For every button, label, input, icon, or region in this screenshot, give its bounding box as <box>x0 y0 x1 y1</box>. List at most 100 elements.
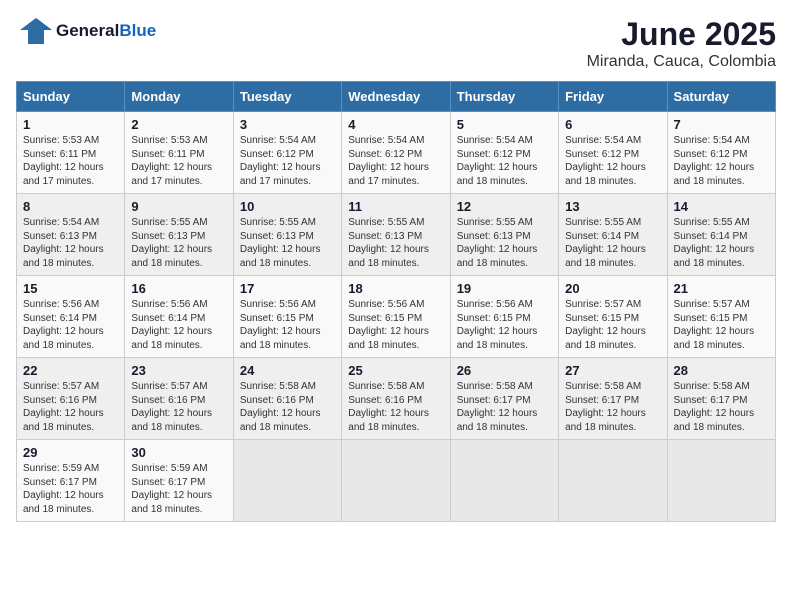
day-detail: Sunrise: 5:58 AMSunset: 6:17 PMDaylight:… <box>674 380 769 434</box>
day-detail: Sunrise: 5:57 AMSunset: 6:16 PMDaylight:… <box>23 380 118 434</box>
day-number: 17 <box>240 281 335 296</box>
day-detail: Sunrise: 5:54 AMSunset: 6:12 PMDaylight:… <box>240 134 335 188</box>
calendar-cell: 2 Sunrise: 5:53 AMSunset: 6:11 PMDaylight… <box>125 112 233 194</box>
day-detail: Sunrise: 5:53 AMSunset: 6:11 PMDaylight:… <box>131 134 226 188</box>
day-number: 22 <box>23 363 118 378</box>
calendar-week-row: 1Sunrise: 5:53 AMSunset: 6:11 PMDaylight… <box>17 112 776 194</box>
day-detail: Sunrise: 5:59 AMSunset: 6:17 PMDaylight:… <box>23 462 118 516</box>
day-detail: Sunrise: 5:54 AMSunset: 6:12 PMDaylight:… <box>348 134 443 188</box>
calendar-week-row: 8Sunrise: 5:54 AMSunset: 6:13 PMDaylight… <box>17 194 776 276</box>
header-friday: Friday <box>559 82 667 112</box>
header-tuesday: Tuesday <box>233 82 341 112</box>
calendar-cell: 17 Sunrise: 5:56 AMSunset: 6:15 PMDayligh… <box>233 276 341 358</box>
day-number: 6 <box>565 117 660 132</box>
calendar-cell: 12 Sunrise: 5:55 AMSunset: 6:13 PMDayligh… <box>450 194 558 276</box>
title-area: June 2025 Miranda, Cauca, Colombia <box>587 16 776 71</box>
day-number: 10 <box>240 199 335 214</box>
calendar-cell: 10 Sunrise: 5:55 AMSunset: 6:13 PMDayligh… <box>233 194 341 276</box>
day-detail: Sunrise: 5:58 AMSunset: 6:16 PMDaylight:… <box>348 380 443 434</box>
day-number: 25 <box>348 363 443 378</box>
calendar-cell: 16 Sunrise: 5:56 AMSunset: 6:14 PMDayligh… <box>125 276 233 358</box>
day-detail: Sunrise: 5:58 AMSunset: 6:17 PMDaylight:… <box>565 380 660 434</box>
day-number: 18 <box>348 281 443 296</box>
day-detail: Sunrise: 5:55 AMSunset: 6:13 PMDaylight:… <box>131 216 226 270</box>
day-detail: Sunrise: 5:54 AMSunset: 6:12 PMDaylight:… <box>457 134 552 188</box>
day-number: 26 <box>457 363 552 378</box>
day-number: 28 <box>674 363 769 378</box>
logo: GeneralBlue <box>16 16 156 46</box>
day-number: 7 <box>674 117 769 132</box>
calendar-cell: 14 Sunrise: 5:55 AMSunset: 6:14 PMDayligh… <box>667 194 775 276</box>
calendar-cell: 18Sunrise: 5:56 AMSunset: 6:15 PMDayligh… <box>342 276 450 358</box>
day-detail: Sunrise: 5:58 AMSunset: 6:16 PMDaylight:… <box>240 380 335 434</box>
day-number: 30 <box>131 445 226 460</box>
header-monday: Monday <box>125 82 233 112</box>
calendar-title: June 2025 <box>587 16 776 53</box>
calendar-cell: 28 Sunrise: 5:58 AMSunset: 6:17 PMDayligh… <box>667 358 775 440</box>
day-number: 12 <box>457 199 552 214</box>
calendar-cell: 3Sunrise: 5:54 AMSunset: 6:12 PMDaylight… <box>233 112 341 194</box>
header-thursday: Thursday <box>450 82 558 112</box>
calendar-week-row: 15 Sunrise: 5:56 AMSunset: 6:14 PMDayligh… <box>17 276 776 358</box>
calendar-cell <box>559 440 667 522</box>
calendar-cell: 9 Sunrise: 5:55 AMSunset: 6:13 PMDaylight… <box>125 194 233 276</box>
calendar-week-row: 29 Sunrise: 5:59 AMSunset: 6:17 PMDayligh… <box>17 440 776 522</box>
day-detail: Sunrise: 5:56 AMSunset: 6:15 PMDaylight:… <box>457 298 552 352</box>
day-number: 14 <box>674 199 769 214</box>
calendar-cell: 22 Sunrise: 5:57 AMSunset: 6:16 PMDayligh… <box>17 358 125 440</box>
logo-icon <box>16 16 52 46</box>
calendar-cell: 13 Sunrise: 5:55 AMSunset: 6:14 PMDayligh… <box>559 194 667 276</box>
header-wednesday: Wednesday <box>342 82 450 112</box>
calendar-cell: 5 Sunrise: 5:54 AMSunset: 6:12 PMDaylight… <box>450 112 558 194</box>
day-detail: Sunrise: 5:55 AMSunset: 6:14 PMDaylight:… <box>565 216 660 270</box>
calendar-cell: 4 Sunrise: 5:54 AMSunset: 6:12 PMDaylight… <box>342 112 450 194</box>
day-number: 8 <box>23 199 118 214</box>
day-number: 15 <box>23 281 118 296</box>
calendar-cell: 21Sunrise: 5:57 AMSunset: 6:15 PMDayligh… <box>667 276 775 358</box>
day-number: 5 <box>457 117 552 132</box>
calendar-cell: 26 Sunrise: 5:58 AMSunset: 6:17 PMDayligh… <box>450 358 558 440</box>
calendar-table: SundayMondayTuesdayWednesdayThursdayFrid… <box>16 81 776 522</box>
calendar-cell: 7Sunrise: 5:54 AMSunset: 6:12 PMDaylight… <box>667 112 775 194</box>
day-detail: Sunrise: 5:58 AMSunset: 6:17 PMDaylight:… <box>457 380 552 434</box>
day-number: 19 <box>457 281 552 296</box>
calendar-cell: 27 Sunrise: 5:58 AMSunset: 6:17 PMDayligh… <box>559 358 667 440</box>
calendar-cell: 15 Sunrise: 5:56 AMSunset: 6:14 PMDayligh… <box>17 276 125 358</box>
day-number: 16 <box>131 281 226 296</box>
day-number: 2 <box>131 117 226 132</box>
day-detail: Sunrise: 5:55 AMSunset: 6:14 PMDaylight:… <box>674 216 769 270</box>
day-detail: Sunrise: 5:53 AMSunset: 6:11 PMDaylight:… <box>23 134 118 188</box>
logo-general: General <box>56 21 119 40</box>
calendar-week-row: 22 Sunrise: 5:57 AMSunset: 6:16 PMDayligh… <box>17 358 776 440</box>
calendar-cell <box>667 440 775 522</box>
calendar-cell <box>233 440 341 522</box>
header-sunday: Sunday <box>17 82 125 112</box>
day-number: 24 <box>240 363 335 378</box>
day-detail: Sunrise: 5:55 AMSunset: 6:13 PMDaylight:… <box>457 216 552 270</box>
day-detail: Sunrise: 5:56 AMSunset: 6:14 PMDaylight:… <box>23 298 118 352</box>
day-number: 29 <box>23 445 118 460</box>
day-detail: Sunrise: 5:57 AMSunset: 6:16 PMDaylight:… <box>131 380 226 434</box>
calendar-cell: 20Sunrise: 5:57 AMSunset: 6:15 PMDayligh… <box>559 276 667 358</box>
calendar-cell: 11Sunrise: 5:55 AMSunset: 6:13 PMDayligh… <box>342 194 450 276</box>
day-detail: Sunrise: 5:59 AMSunset: 6:17 PMDaylight:… <box>131 462 226 516</box>
day-number: 4 <box>348 117 443 132</box>
day-number: 11 <box>348 199 443 214</box>
calendar-cell: 30 Sunrise: 5:59 AMSunset: 6:17 PMDayligh… <box>125 440 233 522</box>
calendar-cell <box>450 440 558 522</box>
day-number: 9 <box>131 199 226 214</box>
day-number: 27 <box>565 363 660 378</box>
calendar-cell: 8Sunrise: 5:54 AMSunset: 6:13 PMDaylight… <box>17 194 125 276</box>
day-number: 23 <box>131 363 226 378</box>
day-detail: Sunrise: 5:57 AMSunset: 6:15 PMDaylight:… <box>565 298 660 352</box>
day-detail: Sunrise: 5:56 AMSunset: 6:14 PMDaylight:… <box>131 298 226 352</box>
day-detail: Sunrise: 5:55 AMSunset: 6:13 PMDaylight:… <box>240 216 335 270</box>
day-detail: Sunrise: 5:56 AMSunset: 6:15 PMDaylight:… <box>240 298 335 352</box>
header: GeneralBlue June 2025 Miranda, Cauca, Co… <box>16 16 776 71</box>
calendar-cell: 25 Sunrise: 5:58 AMSunset: 6:16 PMDayligh… <box>342 358 450 440</box>
logo-blue: Blue <box>119 21 156 40</box>
calendar-header-row: SundayMondayTuesdayWednesdayThursdayFrid… <box>17 82 776 112</box>
day-number: 13 <box>565 199 660 214</box>
calendar-cell <box>342 440 450 522</box>
header-saturday: Saturday <box>667 82 775 112</box>
